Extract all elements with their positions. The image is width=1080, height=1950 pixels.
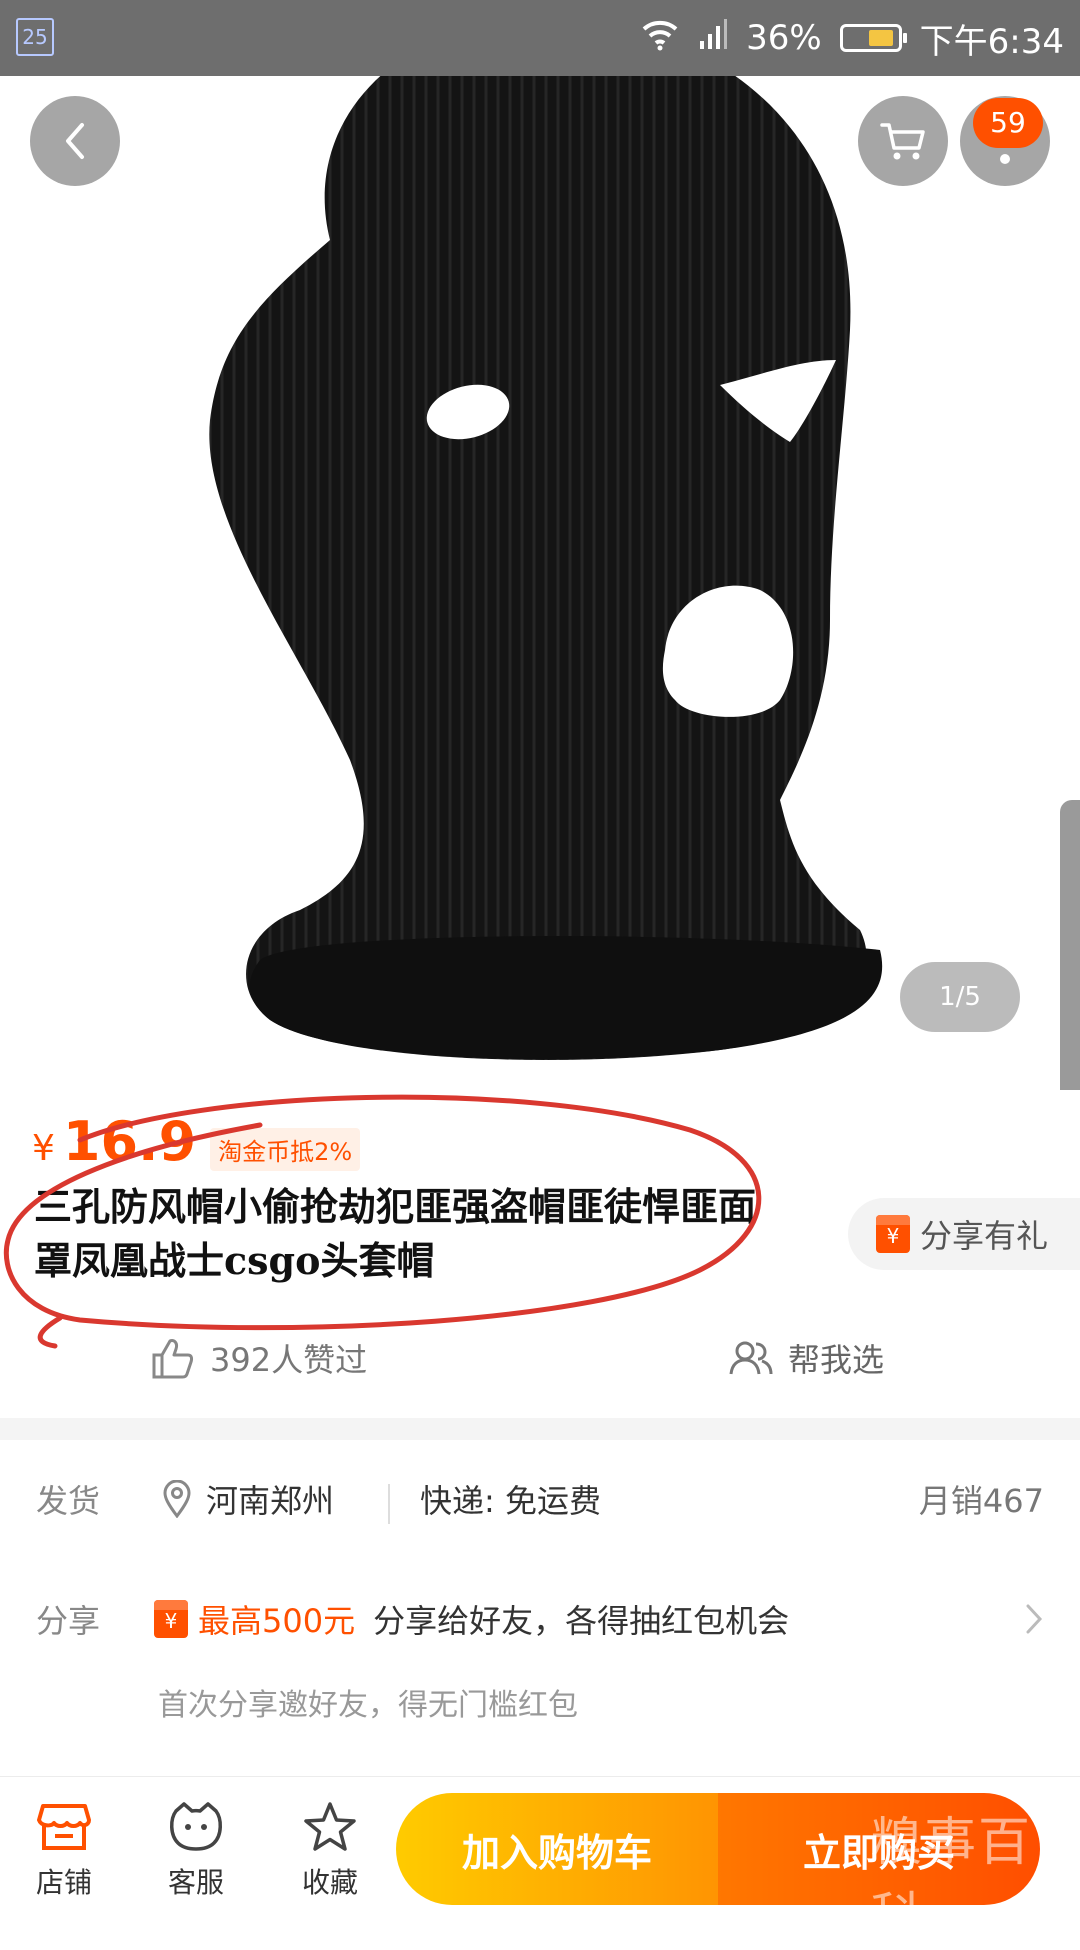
share-highlight: 最高500元: [198, 1602, 356, 1640]
section-divider: [0, 1418, 1080, 1440]
coin-discount-tag: 淘金币抵2%: [210, 1128, 361, 1171]
help-choose-button[interactable]: 帮我选: [728, 1335, 884, 1381]
product-title: 三孔防风帽小偷抢劫犯匪强盗帽匪徒悍匪面罩凤凰战士csgo头套帽: [34, 1184, 757, 1283]
wifi-icon: [640, 17, 680, 60]
chevron-right-icon: [1024, 1602, 1044, 1645]
share-gift-button[interactable]: ¥ 分享有礼: [848, 1198, 1080, 1270]
shipping-separator: [388, 1484, 390, 1524]
share-row[interactable]: 分享 ¥ 最高500元 分享给好友，各得抽红包机会: [0, 1596, 1080, 1656]
gallery-page-indicator: 1/5: [900, 962, 1020, 1032]
shipping-row[interactable]: 发货 河南郑州 快递: 免运费 月销467: [0, 1476, 1080, 1536]
share-label: 分享: [36, 1602, 101, 1640]
shipping-location: 河南郑州: [162, 1476, 334, 1522]
price-currency: ¥: [32, 1128, 55, 1169]
red-packet-icon: ¥: [876, 1215, 910, 1253]
share-content: ¥ 最高500元 分享给好友，各得抽红包机会: [154, 1596, 789, 1642]
more-icon: [1000, 154, 1010, 164]
shop-label: 店铺: [35, 1866, 92, 1899]
thumbs-up-icon: [152, 1339, 194, 1379]
favorite-label: 收藏: [301, 1866, 358, 1899]
likes-count: 392人赞过: [210, 1341, 368, 1379]
shipping-location-text: 河南郑州: [206, 1482, 335, 1520]
price-value: 16.9: [62, 1110, 197, 1173]
battery-percent: 36%: [746, 18, 822, 58]
back-button[interactable]: [30, 96, 120, 186]
add-to-cart-button[interactable]: 加入购物车: [396, 1793, 718, 1905]
red-packet-icon: ¥: [154, 1600, 188, 1638]
cart-icon: [880, 123, 925, 160]
likes-row[interactable]: 392人赞过: [150, 1335, 367, 1381]
customer-service-button[interactable]: 客服: [146, 1797, 246, 1901]
status-bar: 25 36% 下午6:34: [0, 0, 1080, 76]
shipping-express: 快递: 免运费: [420, 1482, 601, 1520]
notification-badge: 25: [16, 18, 54, 56]
back-arrow-icon: [66, 123, 84, 159]
battery-icon: [839, 24, 907, 52]
watermark: 糗事百科: [870, 1813, 1033, 1948]
shipping-label: 发货: [36, 1482, 101, 1520]
status-indicators: 36% 下午6:34: [640, 0, 1064, 76]
monthly-sales: 月销467: [918, 1482, 1044, 1520]
message-count-badge: 59: [973, 98, 1043, 148]
location-pin-icon: [163, 1480, 191, 1518]
shop-icon: [37, 1804, 91, 1850]
star-icon: [304, 1802, 356, 1851]
share-gift-label: 分享有礼: [920, 1217, 1049, 1255]
shop-button[interactable]: 店铺: [14, 1797, 114, 1901]
people-icon: [729, 1341, 773, 1375]
share-sub-text: 首次分享邀好友，得无门槛红包: [158, 1688, 578, 1723]
price-row: ¥ 16.9 淘金币抵2%: [32, 1110, 361, 1173]
favorite-button[interactable]: 收藏: [280, 1797, 380, 1901]
side-drawer-tab[interactable]: [1060, 800, 1080, 1090]
share-text: 分享给好友，各得抽红包机会: [373, 1602, 790, 1640]
cart-button[interactable]: [858, 96, 948, 186]
help-choose-label: 帮我选: [788, 1341, 885, 1379]
customer-service-label: 客服: [167, 1866, 224, 1899]
signal-icon: [698, 17, 728, 60]
status-time: 下午6:34: [919, 21, 1064, 62]
customer-service-icon: [170, 1802, 222, 1851]
